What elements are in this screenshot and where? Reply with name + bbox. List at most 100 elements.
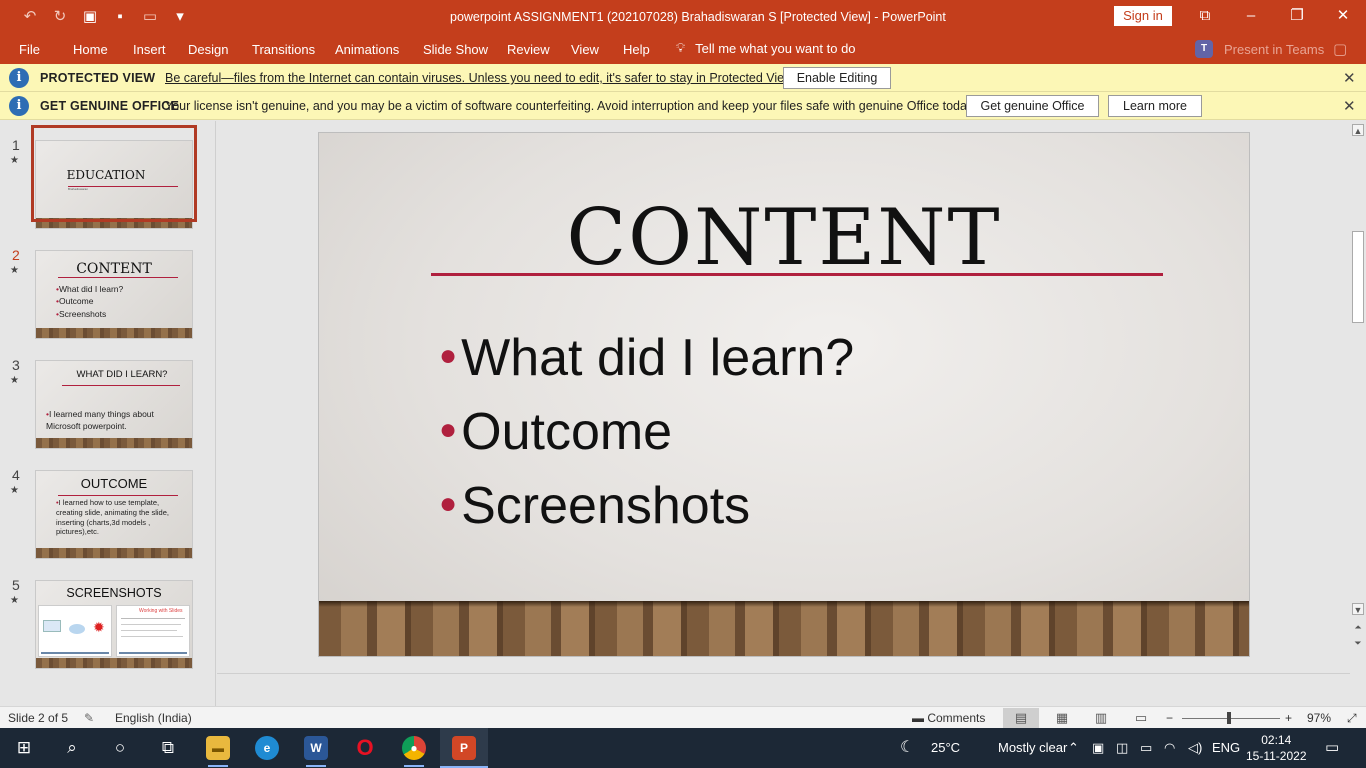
language-indicator[interactable]: English (India)	[115, 711, 192, 725]
task-view-icon[interactable]: ⧉	[154, 734, 182, 762]
screenshot-image-1: ✹	[38, 605, 112, 657]
previous-slide-icon[interactable]: ⏶	[1352, 621, 1364, 633]
wood-floor	[36, 548, 192, 558]
scroll-thumb[interactable]	[1352, 231, 1364, 323]
close-icon[interactable]: ✕	[1328, 6, 1358, 26]
enable-editing-button[interactable]: Enable Editing	[783, 67, 891, 89]
comments-icon: ▬	[912, 711, 924, 725]
touch-mode-icon[interactable]: ▭	[138, 7, 162, 27]
undo-icon[interactable]: ↶	[18, 7, 42, 27]
tell-me-search[interactable]: 💡︎ Tell me what you want to do	[676, 40, 856, 56]
animation-star-icon: ★	[10, 265, 19, 276]
comments-button[interactable]: ▬ Comments	[912, 711, 985, 725]
volume-icon[interactable]: ◁)	[1188, 740, 1202, 756]
notes-divider	[217, 673, 1350, 674]
tab-transitions[interactable]: Transitions	[252, 42, 315, 57]
powerpoint-icon[interactable]: P	[452, 736, 476, 760]
animation-star-icon: ★	[10, 595, 19, 606]
input-language[interactable]: ENG	[1212, 740, 1240, 755]
tab-help[interactable]: Help	[623, 42, 650, 57]
slide-thumbnail-2[interactable]: CONTENT •What did I learn? •Outcome •Scr…	[35, 250, 193, 339]
minimize-icon[interactable]: –	[1236, 6, 1266, 26]
start-from-beginning-icon[interactable]: ▣	[78, 7, 102, 27]
clock-time: 02:14	[1261, 733, 1292, 747]
search-icon[interactable]: ⌕	[58, 734, 86, 762]
comments-icon[interactable]: ▢	[1333, 40, 1347, 58]
slide-bullets[interactable]: ●What did I learn? ●Outcome ●Screenshots	[439, 323, 854, 545]
slide-title[interactable]: CONTENT	[319, 193, 1249, 283]
tab-design[interactable]: Design	[188, 42, 228, 57]
tab-view[interactable]: View	[571, 42, 599, 57]
weather-icon[interactable]: ☾	[900, 737, 914, 757]
tab-review[interactable]: Review	[507, 42, 550, 57]
tab-insert[interactable]: Insert	[133, 42, 166, 57]
spelling-icon[interactable]: ✎	[84, 711, 94, 725]
screenshot-bar	[119, 652, 187, 654]
zoom-in-icon[interactable]: +	[1285, 711, 1292, 725]
running-indicator	[404, 765, 424, 767]
tray-app-icon[interactable]: ◫	[1116, 740, 1128, 756]
screenshot-line	[121, 624, 181, 625]
slide-indicator: Slide 2 of 5	[8, 711, 69, 725]
zoom-out-icon[interactable]: −	[1166, 711, 1173, 725]
bullet-item: ●Outcome	[439, 403, 673, 461]
cortana-icon[interactable]: ○	[106, 734, 134, 762]
next-slide-icon[interactable]: ⏷	[1352, 637, 1364, 649]
teams-icon: T	[1195, 40, 1213, 58]
scroll-up-icon[interactable]: ▲	[1352, 124, 1364, 136]
tab-animations[interactable]: Animations	[335, 42, 399, 57]
slide-show-icon[interactable]: ▭	[1123, 708, 1159, 728]
zoom-slider-thumb[interactable]	[1227, 712, 1231, 724]
thumbnail-bullets: •What did I learn? •Outcome •Screenshots	[56, 284, 124, 319]
ribbon-display-options-icon[interactable]: ⧉	[1190, 6, 1220, 26]
battery-icon[interactable]: ▭	[1140, 740, 1152, 756]
edge-icon[interactable]: e	[255, 736, 279, 760]
close-icon[interactable]: ✕	[1343, 97, 1356, 115]
window-title: powerpoint ASSIGNMENT1 (202107028) Braha…	[450, 10, 946, 24]
clock[interactable]: 02:14 15-11-2022	[1246, 732, 1307, 764]
get-genuine-office-button[interactable]: Get genuine Office	[966, 95, 1099, 117]
customize-toolbar-icon[interactable]: ▾	[168, 7, 192, 27]
screenshot-shape	[69, 624, 85, 634]
running-indicator	[306, 765, 326, 767]
windows-start-icon[interactable]: ⊞	[10, 734, 38, 762]
slide-thumbnail-4[interactable]: OUTCOME •I learned how to use template, …	[35, 470, 193, 559]
lightbulb-icon: 💡︎	[676, 40, 686, 55]
learn-more-button[interactable]: Learn more	[1108, 95, 1202, 117]
scroll-down-icon[interactable]: ▼	[1352, 603, 1364, 615]
protected-view-bar: i PROTECTED VIEW Be careful—files from t…	[0, 64, 1366, 92]
normal-view-icon[interactable]: ▤	[1003, 708, 1039, 728]
sign-in-button[interactable]: Sign in	[1114, 6, 1172, 26]
slide-number: 5	[12, 577, 20, 593]
meet-now-icon[interactable]: ▣	[1092, 740, 1104, 756]
file-explorer-icon[interactable]: ▬	[206, 736, 230, 760]
wifi-icon[interactable]: ◠	[1164, 740, 1175, 756]
slide-sorter-icon[interactable]: ▦	[1044, 708, 1080, 728]
tab-file[interactable]: File	[19, 42, 40, 57]
current-slide[interactable]: CONTENT ●What did I learn? ●Outcome ●Scr…	[318, 132, 1250, 657]
weather-temp[interactable]: 25°C	[931, 740, 960, 755]
show-hidden-icons-icon[interactable]: ⌃	[1068, 740, 1079, 756]
tab-slide-show[interactable]: Slide Show	[423, 42, 488, 57]
tab-home[interactable]: Home	[73, 42, 108, 57]
redo-icon[interactable]: ↻	[48, 7, 72, 27]
fit-to-window-icon[interactable]: ⤢	[1347, 711, 1357, 726]
save-icon[interactable]: ▪	[108, 7, 132, 27]
slide-thumbnail-3[interactable]: WHAT DID I LEARN? •I learned many things…	[35, 360, 193, 449]
zoom-level[interactable]: 97%	[1307, 711, 1331, 725]
protected-view-message[interactable]: Be careful—files from the Internet can c…	[165, 71, 796, 85]
reading-view-icon[interactable]: ▥	[1083, 708, 1119, 728]
notifications-icon[interactable]: ▭	[1325, 738, 1339, 756]
thumbnail-title: WHAT DID I LEARN?	[76, 369, 168, 380]
opera-icon[interactable]: O	[353, 736, 377, 760]
zoom-slider[interactable]	[1182, 718, 1280, 719]
weather-text[interactable]: Mostly clear	[998, 740, 1067, 755]
vertical-scrollbar[interactable]: ▲ ▼ ⏶ ⏷	[1350, 121, 1366, 706]
word-icon[interactable]: W	[304, 736, 328, 760]
present-in-teams-button[interactable]: Present in Teams	[1224, 42, 1324, 57]
slide-thumbnail-5[interactable]: SCREENSHOTS ✹ Working with Slides	[35, 580, 193, 669]
chrome-icon[interactable]: ●	[402, 736, 426, 760]
close-icon[interactable]: ✕	[1343, 69, 1356, 87]
restore-icon[interactable]: ❐	[1282, 6, 1312, 26]
screenshot-caption: Working with Slides	[139, 608, 183, 614]
